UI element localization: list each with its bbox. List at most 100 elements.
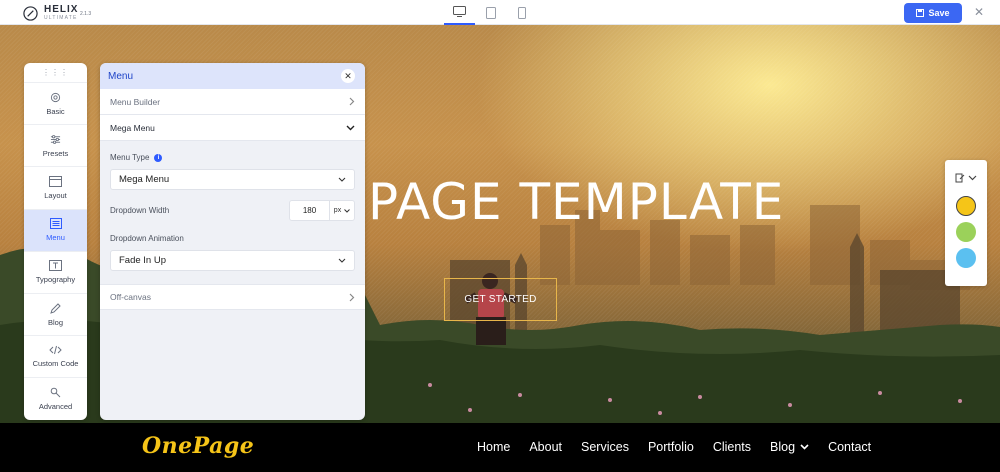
onepage-logo[interactable]: OnePage [142,433,254,459]
gear-icon [50,92,61,102]
sidebar-item-custom-code[interactable]: Custom Code [24,336,87,379]
dropdown-width-unit-select[interactable]: px [330,207,354,214]
nav-about[interactable]: About [529,440,562,454]
panel-close-button[interactable]: ✕ [341,69,355,83]
off-canvas-row[interactable]: Off-canvas [100,284,365,310]
save-button[interactable]: Save [904,3,962,23]
menu-type-select[interactable]: Mega Menu [110,169,355,190]
sidebar-item-layout[interactable]: Layout [24,167,87,210]
helix-logo: HELIX ULTIMATE [23,5,78,21]
menu-type-label-text: Menu Type [110,153,150,162]
dropdown-width-input[interactable]: 180 [290,201,330,220]
chevron-down-icon [800,444,809,450]
paint-icon [955,173,965,183]
sidebar-item-label: Layout [44,190,67,200]
main-nav: Home About Services Portfolio Clients Bl… [477,440,871,454]
off-canvas-label: Off-canvas [110,292,151,302]
close-icon: ✕ [344,71,352,81]
sidebar-item-label: Custom Code [32,359,79,369]
sidebar-item-advanced[interactable]: Advanced [24,378,87,420]
typography-icon [49,260,62,272]
sidebar-item-typography[interactable]: Typography [24,252,87,294]
blog-icon [50,302,61,314]
get-started-button[interactable]: GET STARTED [444,278,557,321]
save-icon [916,9,925,17]
sidebar-item-presets[interactable]: Presets [24,125,87,168]
chevron-down-icon [338,177,346,182]
drag-handle[interactable]: ⋮⋮⋮ [24,63,87,83]
unit-value: px [333,207,342,214]
chevron-down-icon [346,125,355,130]
sidebar-item-blog[interactable]: Blog [24,294,87,337]
device-switcher [444,0,537,25]
nav-home[interactable]: Home [477,440,510,454]
dropdown-animation-select[interactable]: Fade In Up [110,250,355,271]
tablet-view-button[interactable] [475,0,506,25]
code-icon [49,346,62,355]
mega-menu-row[interactable]: Mega Menu [100,115,365,141]
helix-logo-icon [23,5,38,21]
nav-contact[interactable]: Contact [828,440,871,454]
menu-builder-label: Menu Builder [110,96,161,107]
sidebar-item-label: Basic [46,106,65,116]
menu-builder-row[interactable]: Menu Builder [100,89,365,115]
layout-icon [49,175,62,187]
menu-settings-panel: Menu ✕ Menu Builder Mega Menu Menu Type … [100,63,365,420]
drag-handle-icon: ⋮⋮⋮ [42,68,69,77]
dropdown-animation-value: Fade In Up [119,255,166,266]
color-swatch-blue[interactable] [956,248,976,268]
sidebar-item-label: Menu [46,233,65,243]
color-preset-toggle[interactable] [945,160,987,196]
chevron-right-icon [349,97,355,106]
sidebar-item-label: Blog [47,317,63,327]
color-swatch-green[interactable] [956,222,976,242]
version-label: 2.1.3 [80,11,92,17]
logo-subtitle: ULTIMATE [44,15,78,21]
menu-type-label: Menu Type i [110,153,355,162]
logo-name: HELIX [44,4,79,15]
top-toolbar: HELIX ULTIMATE 2.1.3 Save ✕ [0,0,1000,25]
nav-services[interactable]: Services [581,440,629,454]
sidebar-item-menu[interactable]: Menu [24,209,87,252]
settings-sidebar: ⋮⋮⋮ Basic Presets Layout Menu Typography… [24,63,87,420]
mobile-view-button[interactable] [506,0,537,25]
panel-title: Menu [108,70,134,82]
desktop-icon [453,6,466,17]
menu-icon [49,218,62,230]
nav-portfolio[interactable]: Portfolio [648,440,694,454]
nav-blog[interactable]: Blog [770,440,809,454]
dropdown-animation-label: Dropdown Animation [110,234,355,243]
panel-header: Menu [100,63,365,89]
color-preset-panel [945,160,987,286]
chevron-down-icon [968,175,977,181]
sliders-icon [50,134,61,144]
mega-menu-label: Mega Menu [110,122,155,133]
close-editor-button[interactable]: ✕ [972,5,986,19]
chevron-down-icon [344,208,351,213]
advanced-icon [50,388,61,398]
nav-clients[interactable]: Clients [713,440,751,454]
close-icon: ✕ [973,5,985,19]
chevron-right-icon [349,293,355,301]
sidebar-item-basic[interactable]: Basic [24,83,87,126]
site-navbar: OnePage Home About Services Portfolio Cl… [0,423,1000,472]
mobile-icon [517,6,526,19]
color-swatch-yellow[interactable] [956,196,976,216]
dropdown-width-label: Dropdown Width [110,206,170,215]
sidebar-item-label: Typography [35,275,76,285]
info-icon[interactable]: i [154,153,163,162]
dropdown-width-row: Dropdown Width 180 px [110,200,355,221]
mega-menu-settings: Menu Type i Mega Menu Dropdown Width 180… [100,141,365,271]
nav-blog-label: Blog [770,440,796,454]
desktop-view-button[interactable] [444,0,475,25]
sidebar-item-label: Advanced [38,402,73,412]
hero-title: PAGE TEMPLATE [368,173,785,231]
sidebar-item-label: Presets [42,148,69,158]
brand-part-2: Page [192,433,255,459]
save-label: Save [928,8,950,18]
tablet-icon [485,6,496,19]
menu-type-value: Mega Menu [119,174,170,185]
brand-part-1: One [142,433,193,459]
dropdown-width-control: 180 px [289,200,355,221]
chevron-down-icon [338,258,346,263]
